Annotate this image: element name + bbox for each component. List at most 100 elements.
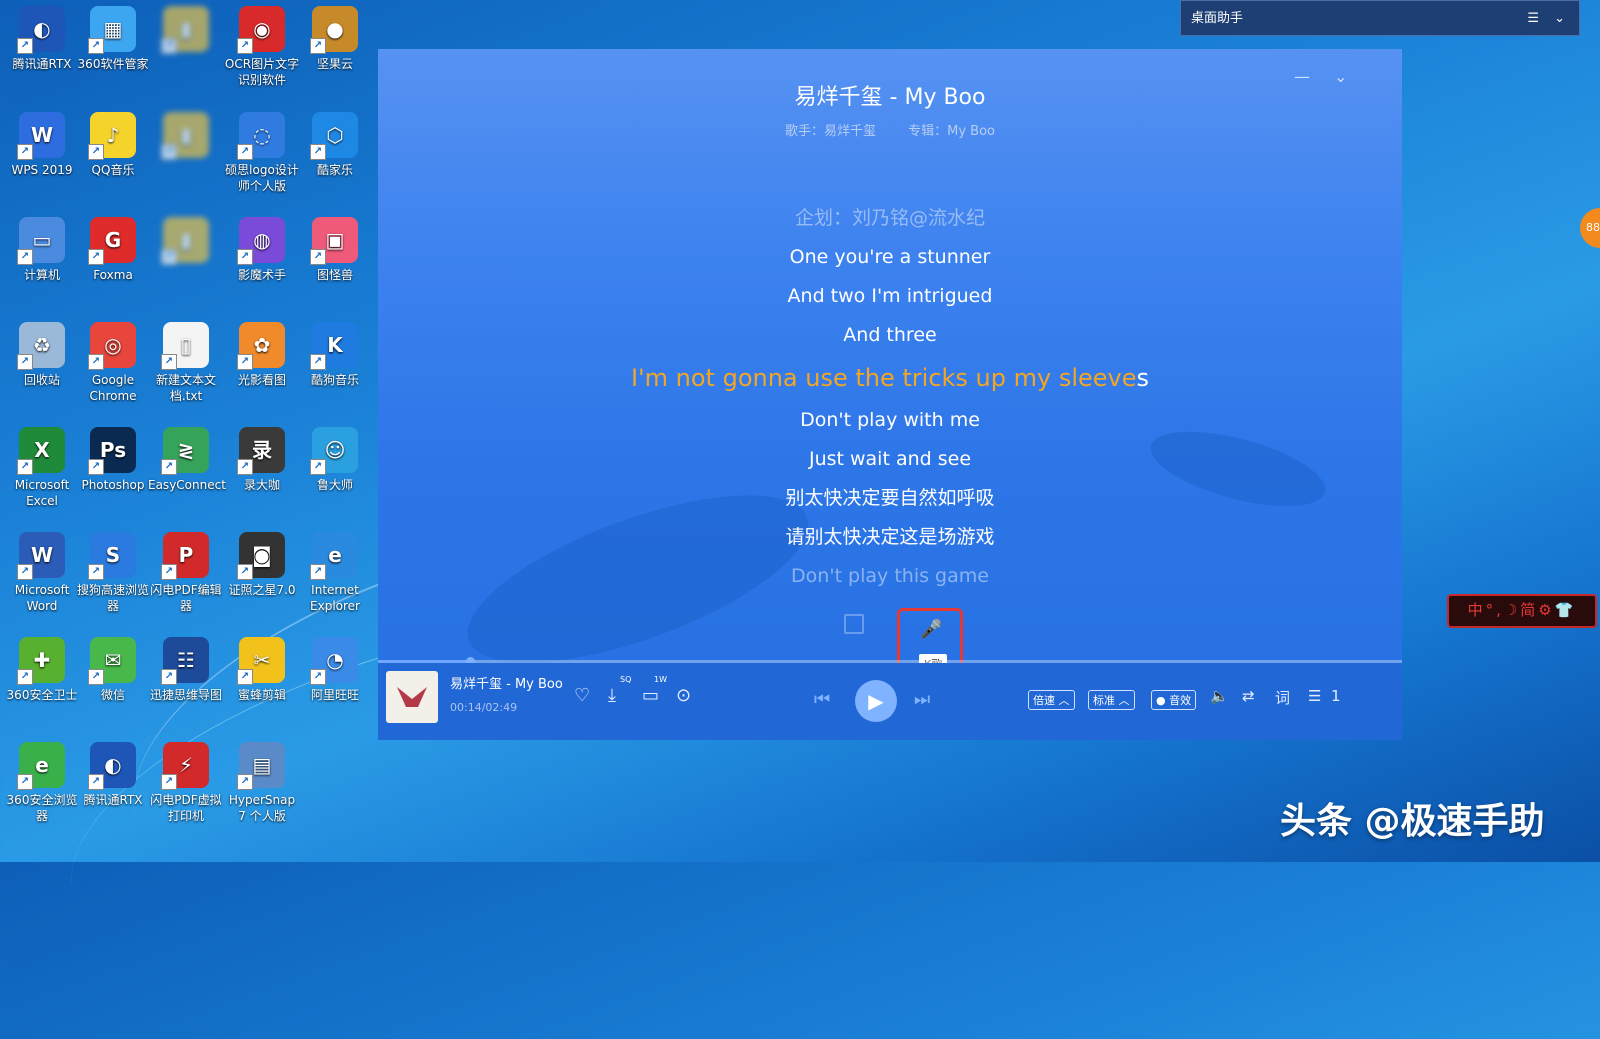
desktop-icon-label: 计算机	[23, 268, 60, 282]
desktop-icon[interactable]: ✂ ↗ 蜜蜂剪辑	[224, 637, 300, 703]
desktop-icon[interactable]: ♪ ↗ QQ音乐	[75, 112, 151, 178]
shortcut-arrow-icon: ↗	[237, 564, 253, 580]
app-icon: ▯ ↗	[161, 322, 209, 370]
menu-icon[interactable]: ☰	[1527, 1, 1539, 37]
playlist-icon[interactable]: ☰	[1308, 687, 1321, 705]
shortcut-arrow-icon: ↗	[161, 354, 177, 370]
desktop-icon[interactable]: ▮ ↗	[148, 6, 224, 56]
desktop-icon[interactable]: ▮ ↗	[148, 112, 224, 162]
desktop-icon[interactable]: ♻ ↗ 回收站	[4, 322, 80, 388]
shortcut-arrow-icon: ↗	[88, 564, 104, 580]
app-icon: K ↗	[310, 322, 358, 370]
app-icon: ⚡ ↗	[161, 742, 209, 790]
sound-effect-button[interactable]: ● 音效	[1151, 690, 1197, 710]
shortcut-arrow-icon: ↗	[88, 354, 104, 370]
chevron-down-icon[interactable]: ⌄	[1554, 1, 1565, 37]
desktop-icon[interactable]: ◍ ↗ 影魔术手	[224, 217, 300, 283]
app-icon: W ↗	[17, 532, 65, 580]
desktop-icon[interactable]: W ↗ Microsoft Word	[4, 532, 80, 614]
watermark-text: 头条 @极速手助	[1280, 801, 1545, 842]
quality-button[interactable]: 标准 ︿	[1088, 690, 1135, 710]
desktop-icon[interactable]: ▯ ↗ 新建文本文档.txt	[148, 322, 224, 404]
desktop-icon[interactable]: ◔ ↗ 阿里旺旺	[297, 637, 373, 703]
volume-icon[interactable]: 🔈	[1210, 687, 1229, 705]
desktop-icon-label: Internet Explorer	[310, 583, 360, 613]
desktop-icon[interactable]: K ↗ 酷狗音乐	[297, 322, 373, 388]
desktop-icon[interactable]: ✚ ↗ 360安全卫士	[4, 637, 80, 703]
shortcut-arrow-icon: ↗	[17, 354, 33, 370]
lyrics-toggle-icon[interactable]: 词	[1275, 687, 1290, 708]
desktop-icon-label: 回收站	[23, 373, 60, 387]
desktop-icon[interactable]: ● ↗ 坚果云	[297, 6, 373, 72]
app-icon: ☺ ↗	[310, 427, 358, 475]
desktop-icon[interactable]: ✉ ↗ 微信	[75, 637, 151, 703]
desktop-icon[interactable]: ▣ ↗ 图怪兽	[297, 217, 373, 283]
next-track-icon[interactable]: ⏭	[914, 689, 930, 710]
desktop-icon-label: 迅捷思维导图	[149, 688, 222, 702]
desktop-icon[interactable]: ▦ ↗ 360软件管家	[75, 6, 151, 72]
desktop-icon[interactable]: ⚡ ↗ 闪电PDF虚拟打印机	[148, 742, 224, 824]
mv-icon[interactable]	[844, 614, 864, 634]
desktop-icon[interactable]: S ↗ 搜狗高速浏览器	[75, 532, 151, 614]
desktop-icon[interactable]: ≷ ↗ EasyConnect	[148, 427, 226, 493]
desktop-icon-label: 360安全卫士	[6, 688, 78, 702]
shortcut-arrow-icon: ↗	[310, 249, 326, 265]
previous-track-icon[interactable]: ⏮	[814, 689, 830, 710]
shortcut-arrow-icon: ↗	[17, 669, 33, 685]
desktop-icon[interactable]: ◎ ↗ Google Chrome	[75, 322, 151, 404]
album-link[interactable]: 专辑：My Boo	[908, 124, 995, 139]
desktop-icon[interactable]: ▤ ↗ HyperSnap 7 个人版	[224, 742, 300, 824]
desktop-icon[interactable]: ▭ ↗ 计算机	[4, 217, 80, 283]
microphone-icon[interactable]: 🎤	[920, 619, 942, 640]
app-icon: ▤ ↗	[237, 742, 285, 790]
shortcut-arrow-icon: ↗	[161, 459, 177, 475]
desktop-icon[interactable]: X ↗ Microsoft Excel	[4, 427, 80, 509]
desktop-icon-label: 鲁大师	[316, 478, 353, 492]
app-icon: ≷ ↗	[161, 427, 209, 475]
desktop-icon[interactable]: W ↗ WPS 2019	[4, 112, 80, 178]
desktop-icon[interactable]: 录 ↗ 录大咖	[224, 427, 300, 493]
speed-button[interactable]: 倍速 ︿	[1028, 690, 1075, 710]
desktop-icon[interactable]: ◐ ↗ 腾讯通RTX	[75, 742, 151, 808]
shortcut-arrow-icon: ↗	[17, 38, 33, 54]
more-icon[interactable]: ⊙	[676, 685, 691, 706]
shortcut-arrow-icon: ↗	[17, 249, 33, 265]
app-icon: ◙ ↗	[237, 532, 285, 580]
ime-toolbar[interactable]: 中°,☽简⚙👕	[1447, 594, 1597, 628]
desktop-icon[interactable]: e ↗ Internet Explorer	[297, 532, 373, 614]
desktop-icon-label: 搜狗高速浏览器	[76, 583, 149, 613]
desktop-icon-label: 图怪兽	[316, 268, 353, 282]
repeat-icon[interactable]: ⇄	[1242, 687, 1255, 705]
shortcut-arrow-icon: ↗	[161, 38, 177, 54]
desktop-icon[interactable]: ◙ ↗ 证照之星7.0	[224, 532, 300, 598]
desktop-icon-label: 腾讯通RTX	[83, 793, 143, 807]
desktop-icon[interactable]: ☺ ↗ 鲁大师	[297, 427, 373, 493]
desktop-icon-label: Photoshop	[81, 478, 145, 492]
album-cover[interactable]	[386, 671, 438, 723]
desktop-icon-label: Foxma	[93, 268, 133, 282]
desktop-icon-label: Google Chrome	[89, 373, 137, 403]
desktop-icon[interactable]: Ps ↗ Photoshop	[75, 427, 151, 493]
desktop-icon[interactable]: ◉ ↗ OCR图片文字识别软件	[224, 6, 300, 88]
app-icon: ✂ ↗	[237, 637, 285, 685]
artist-link[interactable]: 歌手：易烊千玺	[785, 124, 876, 139]
app-icon: ▣ ↗	[310, 217, 358, 265]
desktop-icon[interactable]: G ↗ Foxma	[75, 217, 151, 283]
play-button[interactable]: ▶	[855, 680, 897, 722]
desktop-icon[interactable]: ✿ ↗ 光影看图	[224, 322, 300, 388]
desktop-icon-label: 证照之星7.0	[228, 583, 296, 597]
desktop-icon[interactable]: ◌ ↗ 硕思logo设计师个人版	[224, 112, 300, 194]
desktop-icon[interactable]: e ↗ 360安全浏览器	[4, 742, 80, 824]
now-playing-title[interactable]: 易烊千玺 - My Boo	[450, 673, 563, 692]
desktop-icon[interactable]: P ↗ 闪电PDF编辑器	[148, 532, 224, 614]
desktop-icon[interactable]: ▮ ↗	[148, 217, 224, 267]
desktop-icon[interactable]: ◐ ↗ 腾讯通RTX	[4, 6, 80, 72]
desktop-icon[interactable]: ⬡ ↗ 酷家乐	[297, 112, 373, 178]
heart-icon[interactable]: ♡	[574, 685, 590, 706]
desktop-helper-bar[interactable]: 桌面助手 ☰ ⌄	[1180, 0, 1580, 36]
download-icon[interactable]: ⤓ SQ	[608, 675, 631, 706]
shortcut-arrow-icon: ↗	[17, 459, 33, 475]
desktop-icon[interactable]: ☷ ↗ 迅捷思维导图	[148, 637, 224, 703]
comment-icon[interactable]: ▭ 1W	[642, 675, 667, 706]
floating-badge[interactable]: 88	[1580, 208, 1600, 248]
